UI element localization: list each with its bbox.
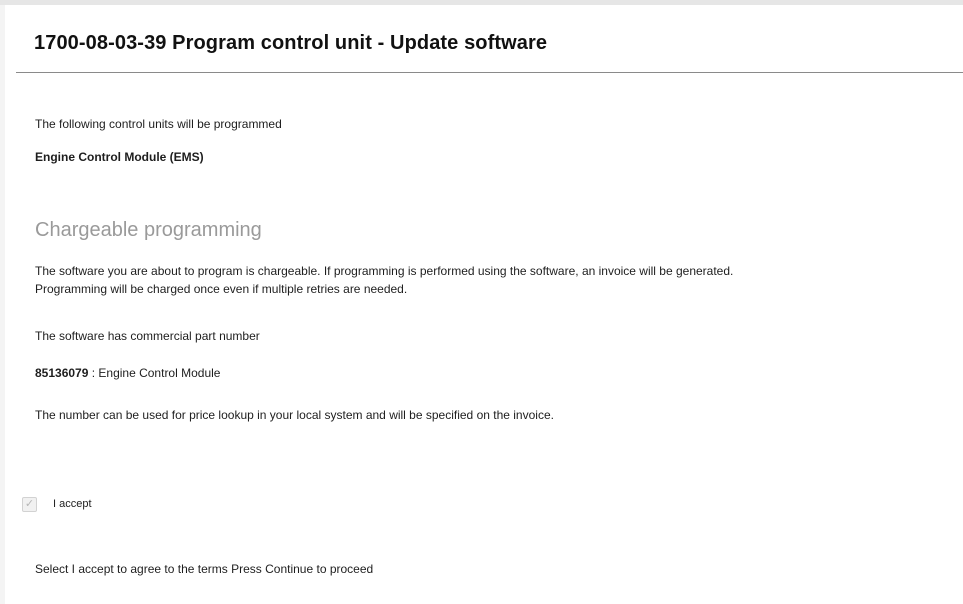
check-icon: ✓	[24, 497, 35, 510]
chargeable-line-2: Programming will be charged once even if…	[35, 282, 408, 296]
chargeable-programming-heading: Chargeable programming	[35, 219, 262, 241]
intro-text: The following control units will be prog…	[35, 117, 282, 131]
left-edge	[0, 5, 5, 604]
control-unit-name: Engine Control Module (EMS)	[35, 150, 204, 164]
part-number: 85136079	[35, 366, 89, 380]
chargeable-line-1: The software you are about to program is…	[35, 264, 734, 278]
top-border	[0, 0, 963, 5]
accept-label[interactable]: I accept	[53, 498, 92, 510]
chargeable-description: The software you are about to program is…	[35, 262, 960, 298]
price-lookup-note: The number can be used for price lookup …	[35, 408, 554, 422]
page-header: 1700-08-03-39 Program control unit - Upd…	[16, 6, 963, 73]
program-control-unit-page: 1700-08-03-39 Program control unit - Upd…	[0, 0, 963, 604]
accept-row[interactable]: ✓ I accept	[22, 494, 92, 514]
footer-instruction: Select I accept to agree to the terms Pr…	[35, 562, 374, 576]
page-title: 1700-08-03-39 Program control unit - Upd…	[34, 32, 548, 54]
part-description: : Engine Control Module	[88, 366, 221, 380]
part-number-label: The software has commercial part number	[35, 329, 260, 343]
part-number-row: 85136079 : Engine Control Module	[35, 366, 220, 380]
accept-checkbox[interactable]: ✓	[22, 496, 37, 512]
